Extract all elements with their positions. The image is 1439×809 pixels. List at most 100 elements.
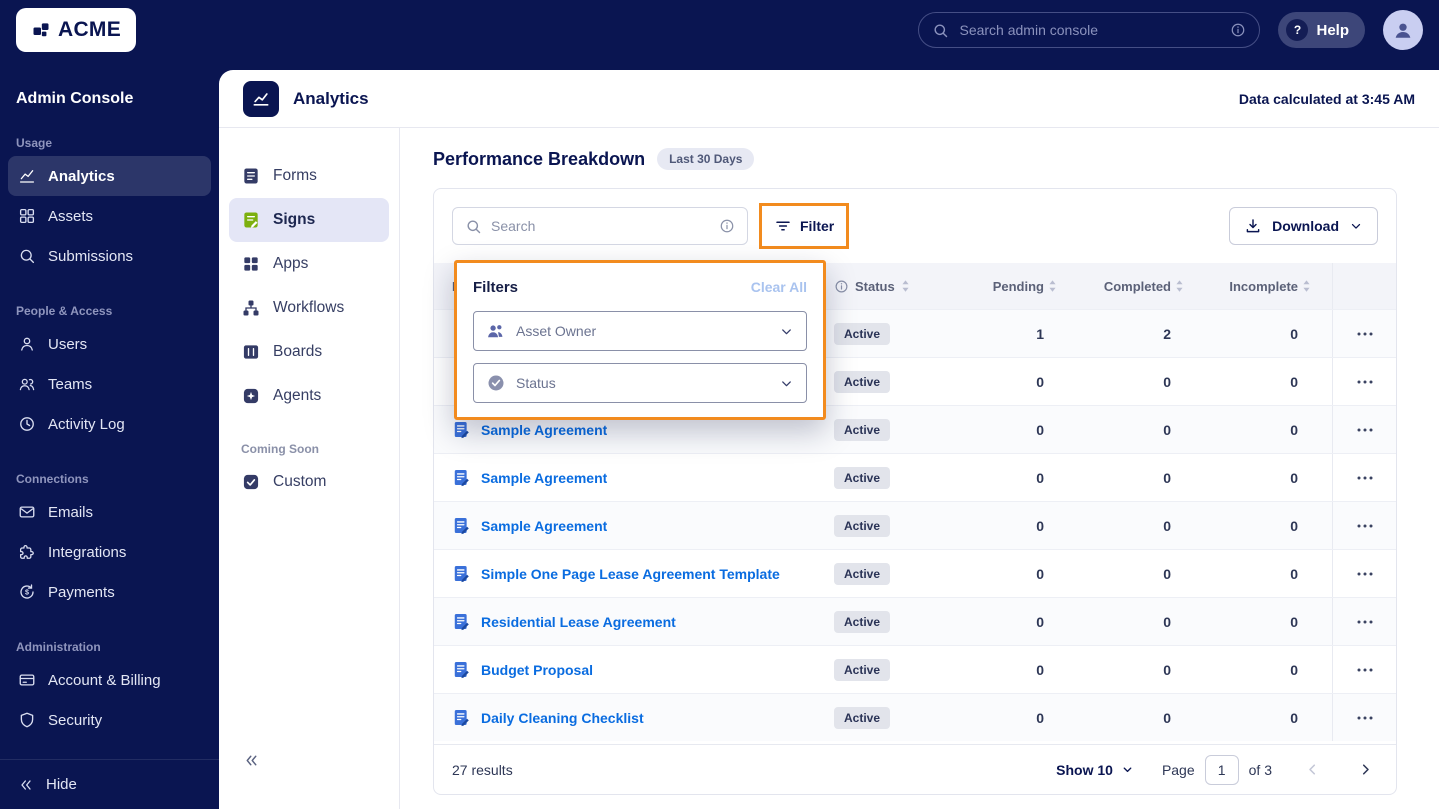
- row-incomplete: 0: [1290, 565, 1298, 582]
- sign-document-icon: [452, 660, 471, 679]
- status-filter-select[interactable]: Status: [473, 363, 807, 403]
- credit-card-icon: [18, 671, 36, 689]
- row-actions-button[interactable]: [1350, 373, 1380, 391]
- sort-icon[interactable]: [901, 279, 910, 293]
- row-actions-button[interactable]: [1350, 565, 1380, 583]
- table-search[interactable]: [452, 207, 748, 245]
- row-incomplete: 0: [1290, 661, 1298, 678]
- download-button[interactable]: Download: [1229, 207, 1378, 245]
- row-name-link[interactable]: Sample Agreement: [481, 470, 607, 486]
- row-name-link[interactable]: Simple One Page Lease Agreement Template: [481, 566, 780, 582]
- help-button[interactable]: ? Help: [1278, 12, 1365, 48]
- logo-text: ACME: [57, 18, 122, 41]
- teams-icon: [18, 375, 36, 393]
- avatar[interactable]: [1383, 10, 1423, 50]
- filter-icon: [774, 217, 792, 235]
- subnav-item-workflows[interactable]: Workflows: [229, 286, 389, 330]
- admin-search[interactable]: [918, 12, 1261, 48]
- row-actions-cell: [1332, 358, 1396, 405]
- subnav-item-signs[interactable]: Signs: [229, 198, 389, 242]
- row-actions-button[interactable]: [1350, 709, 1380, 727]
- sidebar-item-emails[interactable]: Emails: [8, 492, 211, 532]
- sidebar-item-account-billing[interactable]: Account & Billing: [8, 660, 211, 700]
- sidebar-item-users[interactable]: Users: [8, 324, 211, 364]
- sidebar-item-activity-log[interactable]: Activity Log: [8, 404, 211, 444]
- row-name-link[interactable]: Budget Proposal: [481, 662, 593, 678]
- sign-document-icon: [452, 468, 471, 487]
- subnav-item-custom[interactable]: Custom: [229, 460, 389, 504]
- filter-button[interactable]: Filter: [758, 203, 850, 249]
- status-placeholder: Status: [516, 375, 556, 391]
- sidebar-item-teams[interactable]: Teams: [8, 364, 211, 404]
- previous-page-button[interactable]: [1300, 757, 1325, 782]
- subnav-item-agents[interactable]: Agents: [229, 374, 389, 418]
- info-icon[interactable]: [1230, 22, 1246, 38]
- sidebar-item-label: Analytics: [48, 167, 115, 185]
- row-actions-button[interactable]: [1350, 517, 1380, 535]
- sidebar-item-security[interactable]: Security: [8, 700, 211, 740]
- sidebar-item-assets[interactable]: Assets: [8, 196, 211, 236]
- main-content: Performance Breakdown Last 30 Days Searc…: [400, 128, 1439, 809]
- boards-icon: [241, 342, 261, 362]
- sort-icon[interactable]: [1048, 279, 1057, 293]
- help-label: Help: [1316, 21, 1349, 39]
- period-badge: Last 30 Days: [657, 148, 755, 170]
- sidebar-item-integrations[interactable]: Integrations: [8, 532, 211, 572]
- row-actions-button[interactable]: [1350, 469, 1380, 487]
- sort-icon[interactable]: [1175, 279, 1184, 293]
- asset-owner-filter-select[interactable]: Asset Owner: [473, 311, 807, 351]
- col-header-status[interactable]: Status: [834, 263, 966, 309]
- subnav-item-label: Boards: [273, 343, 323, 360]
- puzzle-icon: [18, 543, 36, 561]
- col-header-status-label: Status: [855, 278, 895, 294]
- sort-icon[interactable]: [1302, 279, 1311, 293]
- info-icon[interactable]: [719, 218, 735, 234]
- table-row: Sample Agreement Active 0 0 0: [434, 453, 1396, 501]
- subnav-item-forms[interactable]: Forms: [229, 154, 389, 198]
- next-page-button[interactable]: [1353, 757, 1378, 782]
- admin-search-input[interactable]: [959, 22, 1221, 38]
- page-number-input[interactable]: [1204, 754, 1239, 785]
- row-pending: 0: [1036, 421, 1044, 438]
- sidebar-item-label: Activity Log: [48, 415, 125, 433]
- row-actions-button[interactable]: [1350, 613, 1380, 631]
- row-pending: 0: [1036, 373, 1044, 390]
- row-name-cell: Simple One Page Lease Agreement Template: [434, 550, 834, 597]
- row-name-cell: Budget Proposal: [434, 646, 834, 693]
- row-actions-button[interactable]: [1350, 325, 1380, 343]
- sidebar-item-label: Integrations: [48, 543, 127, 561]
- show-per-page-select[interactable]: Show 10: [1056, 762, 1134, 778]
- row-name-link[interactable]: Daily Cleaning Checklist: [481, 710, 644, 726]
- acme-logo[interactable]: ACME: [16, 8, 136, 52]
- sidebar-item-submissions[interactable]: Submissions: [8, 236, 211, 276]
- row-actions-button[interactable]: [1350, 421, 1380, 439]
- row-actions-button[interactable]: [1350, 661, 1380, 679]
- col-header-pending[interactable]: Pending: [966, 263, 1078, 309]
- row-actions-cell: [1332, 646, 1396, 693]
- clear-all-button[interactable]: Clear All: [751, 279, 807, 295]
- coming-soon-label: Coming Soon: [241, 442, 319, 456]
- col-header-incomplete[interactable]: Incomplete: [1205, 263, 1332, 309]
- sidebar-item-analytics[interactable]: Analytics: [8, 156, 211, 196]
- sidebar-item-payments[interactable]: $ Payments: [8, 572, 211, 612]
- data-calculated-text: Data calculated at 3:45 AM: [1238, 90, 1415, 107]
- acme-logo-icon: [31, 20, 51, 40]
- hide-sidebar-button[interactable]: Hide: [0, 759, 219, 809]
- chevron-down-icon: [1121, 763, 1134, 776]
- collapse-subnav-button[interactable]: [243, 752, 260, 769]
- section-label-people-access: People & Access: [16, 304, 113, 318]
- row-name-link[interactable]: Sample Agreement: [481, 422, 607, 438]
- row-status-cell: Active: [834, 310, 966, 357]
- download-label: Download: [1272, 218, 1339, 234]
- row-name-link[interactable]: Sample Agreement: [481, 518, 607, 534]
- col-header-completed[interactable]: Completed: [1078, 263, 1205, 309]
- subnav-item-boards[interactable]: Boards: [229, 330, 389, 374]
- table-search-input[interactable]: [491, 218, 710, 234]
- page-of-label: of 3: [1248, 761, 1272, 778]
- row-actions-cell: [1332, 550, 1396, 597]
- svg-text:$: $: [25, 589, 29, 597]
- status-badge: Active: [834, 418, 891, 441]
- subnav-item-apps[interactable]: Apps: [229, 242, 389, 286]
- row-name-cell: Residential Lease Agreement: [434, 598, 834, 645]
- row-name-link[interactable]: Residential Lease Agreement: [481, 614, 676, 630]
